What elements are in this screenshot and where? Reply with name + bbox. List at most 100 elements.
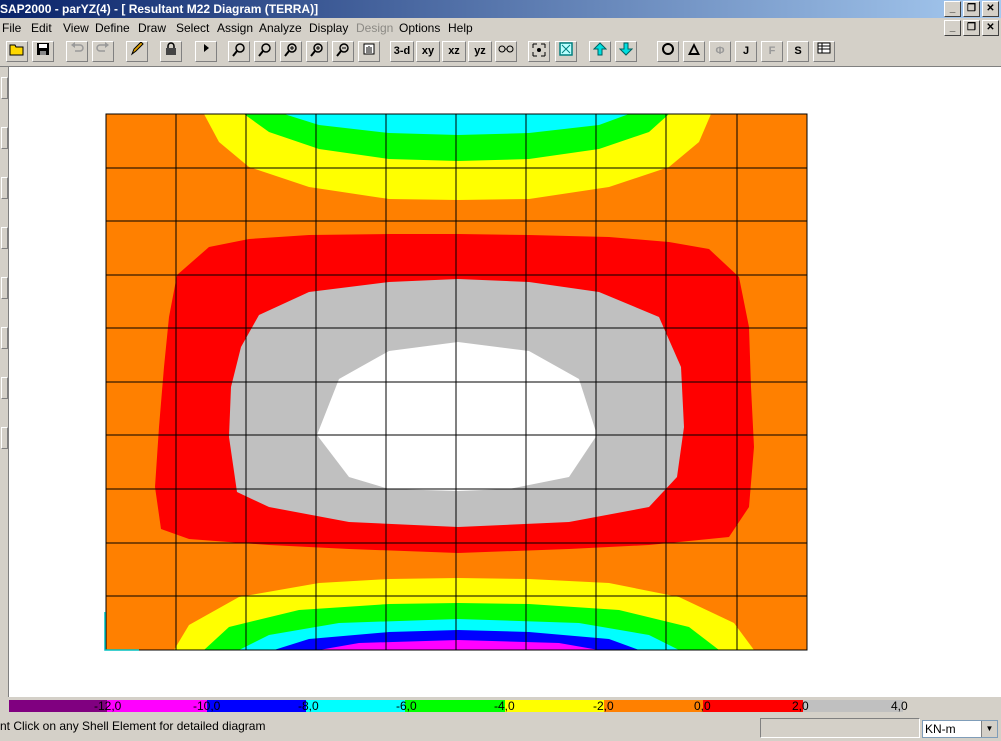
move-down-button[interactable]	[615, 41, 637, 62]
menu-analyze[interactable]: Analyze	[259, 21, 302, 35]
legend-swatch-red	[703, 700, 803, 712]
save-button[interactable]	[32, 41, 54, 62]
toolbar: 3-d xy xz yz Φ J F S	[0, 38, 1001, 67]
pan-button[interactable]	[358, 41, 380, 62]
lock-button[interactable]	[160, 41, 182, 62]
undo-button[interactable]	[66, 41, 88, 62]
legend-label: -8,0	[298, 699, 319, 713]
menu-display[interactable]: Display	[309, 21, 348, 35]
side-tool-1[interactable]	[1, 77, 8, 99]
show-shell-stresses-button[interactable]: S	[787, 41, 809, 62]
menu-help[interactable]: Help	[448, 21, 473, 35]
show-deformed-button[interactable]	[683, 41, 705, 62]
legend-label: -4,0	[494, 699, 515, 713]
view-xz-button[interactable]: xz	[442, 41, 466, 62]
menu-bar: File Edit View Define Draw Select Assign…	[0, 18, 1001, 38]
perspective-icon	[498, 45, 514, 53]
legend-swatch-cyan	[306, 700, 405, 712]
zoom-window-icon	[232, 43, 245, 57]
o-icon	[662, 43, 674, 55]
up-arrow-icon	[592, 42, 608, 56]
status-bar: nt Click on any Shell Element for detail…	[0, 717, 1001, 741]
triangle-icon	[688, 43, 700, 55]
legend-label: -2,0	[593, 699, 614, 713]
zoom-restore-icon	[284, 43, 297, 57]
perspective-button[interactable]	[495, 41, 517, 62]
menu-draw[interactable]: Draw	[138, 21, 166, 35]
zoom-out-step-button[interactable]	[332, 41, 354, 62]
redo-button[interactable]	[92, 41, 114, 62]
menu-select[interactable]: Select	[176, 21, 209, 35]
window-controls: _ ❐ ✕	[944, 1, 999, 17]
element-select-button[interactable]	[528, 41, 550, 62]
restore-button[interactable]: ❐	[963, 1, 980, 17]
side-tool-4[interactable]	[1, 227, 8, 249]
menu-options[interactable]: Options	[399, 21, 440, 35]
run-icon	[204, 44, 209, 52]
open-button[interactable]	[6, 41, 28, 62]
draw-button[interactable]	[126, 41, 148, 62]
legend-swatch-green	[405, 700, 505, 712]
show-mode-button[interactable]: Φ	[709, 41, 731, 62]
table-icon	[817, 42, 831, 54]
minimize-button[interactable]: _	[944, 1, 961, 17]
element-select-icon	[532, 43, 546, 57]
menu-design: Design	[356, 21, 394, 35]
zoom-in-step-button[interactable]	[306, 41, 328, 62]
show-joint-forces-button[interactable]: J	[735, 41, 757, 62]
contour-legend: -12,0 -10,0 -8,0 -6,0 -4,0 -2,0 0,0 2,0 …	[0, 697, 1001, 717]
mdi-close-button[interactable]: ✕	[982, 20, 999, 36]
side-tool-7[interactable]	[1, 377, 8, 399]
zoom-in-button[interactable]	[254, 41, 276, 62]
contour-diagram[interactable]	[9, 67, 1001, 697]
menu-define[interactable]: Define	[95, 21, 130, 35]
zoom-out-step-icon	[336, 43, 349, 57]
status-message: nt Click on any Shell Element for detail…	[0, 719, 266, 733]
side-tool-5[interactable]	[1, 277, 8, 299]
side-tool-6[interactable]	[1, 327, 8, 349]
view-3d-button[interactable]: 3-d	[390, 41, 414, 62]
units-value: KN-m	[925, 722, 956, 736]
show-joints-button[interactable]	[657, 41, 679, 62]
legend-label: 4,0	[891, 699, 908, 713]
pencil-icon	[130, 41, 144, 56]
legend-swatch-orange	[604, 700, 703, 712]
legend-label: -10,0	[193, 699, 221, 713]
mdi-restore-button[interactable]: ❐	[963, 20, 980, 36]
legend-swatch-magenta	[107, 700, 207, 712]
units-dropdown[interactable]: KN-m ▼	[922, 720, 998, 738]
pan-hand-icon	[363, 43, 375, 55]
legend-label: -12,0	[94, 699, 122, 713]
zoom-in-icon	[258, 43, 271, 57]
run-button[interactable]	[195, 41, 217, 62]
menu-assign[interactable]: Assign	[217, 21, 253, 35]
show-frame-forces-button[interactable]: F	[761, 41, 783, 62]
left-toolbar-strip	[0, 67, 9, 697]
side-tool-2[interactable]	[1, 127, 8, 149]
legend-swatch-gray	[803, 700, 903, 712]
zoom-restore-button[interactable]	[280, 41, 302, 62]
view-xy-button[interactable]: xy	[416, 41, 440, 62]
mdi-minimize-button[interactable]: _	[944, 20, 961, 36]
move-up-button[interactable]	[589, 41, 611, 62]
title-bar: SAP2000 - parYZ(4) - [ Resultant M22 Dia…	[0, 0, 1001, 18]
close-button[interactable]: ✕	[982, 1, 999, 17]
redo-icon	[96, 42, 109, 52]
open-icon	[9, 44, 24, 56]
menu-view[interactable]: View	[63, 21, 89, 35]
menu-file[interactable]: File	[2, 21, 21, 35]
zoom-in-step-icon	[310, 43, 323, 57]
lock-icon	[166, 42, 176, 55]
show-tables-button[interactable]	[813, 41, 835, 62]
view-yz-button[interactable]: yz	[468, 41, 492, 62]
model-canvas[interactable]	[9, 67, 1001, 697]
legend-swatch-purple	[9, 700, 107, 712]
chevron-down-icon[interactable]: ▼	[981, 721, 997, 737]
side-tool-8[interactable]	[1, 427, 8, 449]
zoom-window-button[interactable]	[228, 41, 250, 62]
menu-edit[interactable]: Edit	[31, 21, 52, 35]
status-panel	[760, 718, 920, 738]
side-tool-3[interactable]	[1, 177, 8, 199]
element-box-button[interactable]	[555, 41, 577, 62]
legend-swatch-blue	[207, 700, 306, 712]
